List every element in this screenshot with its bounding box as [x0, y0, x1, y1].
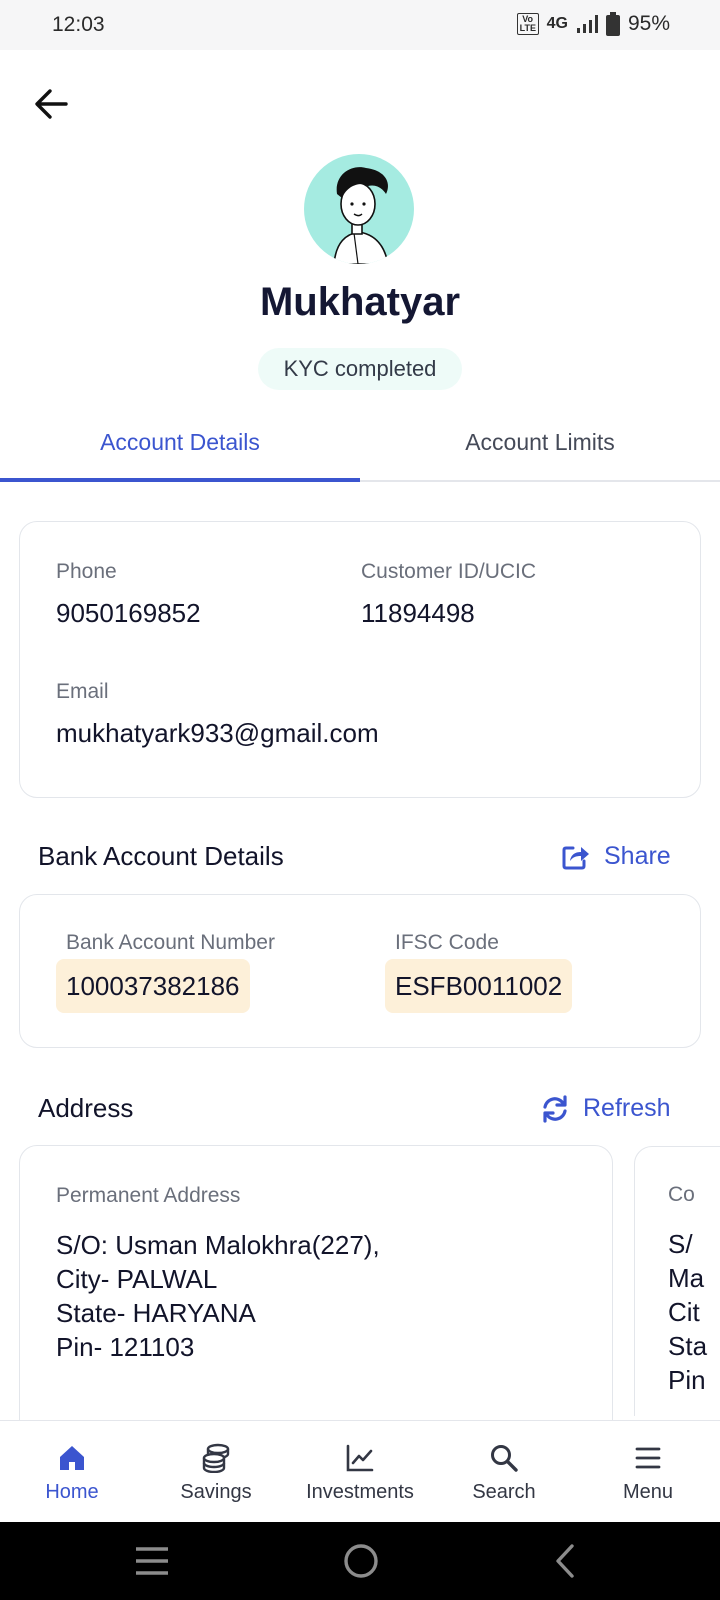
- signal-icon: [576, 15, 598, 33]
- account-number-label: Bank Account Number: [66, 931, 275, 954]
- email-value: mukhatyark933@gmail.com: [56, 718, 379, 748]
- permanent-address-card: Permanent Address S/O: Usman Malokhra(22…: [19, 1145, 613, 1465]
- customer-id-label: Customer ID/UCIC: [361, 560, 537, 583]
- contact-details-card: Phone 9050169852 Customer ID/UCIC 118944…: [19, 521, 701, 798]
- account-number-value: 100037382186: [56, 959, 250, 1013]
- home-icon: [60, 1446, 84, 1470]
- system-navigation-bar: [0, 1522, 720, 1600]
- nav-investments-label: Investments: [306, 1481, 414, 1503]
- bank-details-card: Bank Account Number 100037382186 IFSC Co…: [19, 894, 701, 1048]
- user-illustration-icon: [333, 167, 389, 264]
- ifsc-label: IFSC Code: [395, 931, 499, 954]
- communication-address-label: Co: [668, 1183, 695, 1206]
- address-line: Pin- 121103: [56, 1332, 195, 1362]
- ifsc-value: ESFB0011002: [385, 959, 573, 1013]
- nav-search-label: Search: [472, 1481, 536, 1503]
- kyc-status-badge: KYC completed: [258, 348, 462, 390]
- coins-icon: [202, 1443, 230, 1473]
- refresh-button[interactable]: Refresh: [541, 1094, 671, 1123]
- address-line: City- PALWAL: [56, 1264, 218, 1294]
- communication-address-text: S/ Ma Cit Sta Pin: [668, 1227, 707, 1397]
- phone-label: Phone: [56, 560, 117, 583]
- recent-apps-icon[interactable]: [134, 1544, 170, 1578]
- refresh-icon: [543, 1094, 567, 1123]
- menu-icon: [635, 1447, 661, 1469]
- volte-icon: Vo LTE: [516, 13, 539, 35]
- avatar: [304, 154, 414, 264]
- customer-id-value: 11894498: [361, 598, 475, 628]
- tab-account-details[interactable]: Account Details: [0, 404, 360, 482]
- communication-address-card: Co S/ Ma Cit Sta Pin: [634, 1146, 720, 1416]
- battery-icon: [605, 12, 620, 36]
- back-chevron-icon[interactable]: [552, 1542, 578, 1580]
- nav-home[interactable]: Home: [0, 1421, 144, 1522]
- arrow-left-icon: [35, 89, 68, 119]
- profile-name: Mukhatyar: [259, 280, 461, 324]
- address-line: S/: [668, 1229, 693, 1259]
- nav-investments[interactable]: Investments: [288, 1421, 432, 1522]
- phone-value: 9050169852: [56, 598, 201, 628]
- bank-section-title: Bank Account Details: [38, 841, 284, 871]
- network-type: 4G: [546, 15, 568, 32]
- address-section-title: Address: [38, 1093, 134, 1123]
- bottom-navigation: Home Savings Investments Search Menu: [0, 1420, 720, 1522]
- nav-home-label: Home: [45, 1481, 99, 1503]
- nav-savings[interactable]: Savings: [144, 1421, 288, 1522]
- account-profile-screen: 12:03 Vo LTE 4G 95% Mukhatyar KYC comple…: [0, 0, 720, 1600]
- chart-line-icon: [346, 1444, 374, 1472]
- email-label: Email: [56, 680, 109, 703]
- communication-address-card-partial[interactable]: Co S/ Ma Cit Sta Pin: [634, 1146, 720, 1416]
- back-button[interactable]: [30, 82, 74, 126]
- tab-account-limits[interactable]: Account Limits: [360, 404, 720, 480]
- nav-search[interactable]: Search: [432, 1421, 576, 1522]
- refresh-label: Refresh: [583, 1094, 671, 1122]
- home-circle-icon[interactable]: [342, 1542, 380, 1580]
- address-line: State- HARYANA: [56, 1298, 256, 1328]
- nav-menu[interactable]: Menu: [576, 1421, 720, 1522]
- address-line: Sta: [668, 1331, 708, 1361]
- permanent-address-label: Permanent Address: [56, 1184, 241, 1207]
- status-icons: Vo LTE 4G 95%: [516, 12, 670, 36]
- share-icon: [562, 846, 589, 869]
- address-line: Ma: [668, 1263, 705, 1293]
- status-bar: 12:03 Vo LTE 4G 95%: [0, 0, 720, 50]
- status-time: 12:03: [52, 13, 105, 36]
- nav-menu-label: Menu: [622, 1481, 674, 1503]
- share-button[interactable]: Share: [562, 842, 671, 871]
- battery-percent: 95%: [627, 12, 670, 35]
- tab-bar: Account Details Account Limits: [0, 404, 720, 482]
- share-label: Share: [604, 842, 671, 870]
- address-line: Pin: [668, 1365, 706, 1395]
- search-icon: [491, 1445, 518, 1472]
- address-line: S/O: Usman Malokhra(227),: [56, 1230, 380, 1260]
- permanent-address-text: S/O: Usman Malokhra(227), City- PALWAL S…: [56, 1228, 380, 1364]
- nav-savings-label: Savings: [180, 1481, 252, 1503]
- address-line: Cit: [668, 1297, 700, 1327]
